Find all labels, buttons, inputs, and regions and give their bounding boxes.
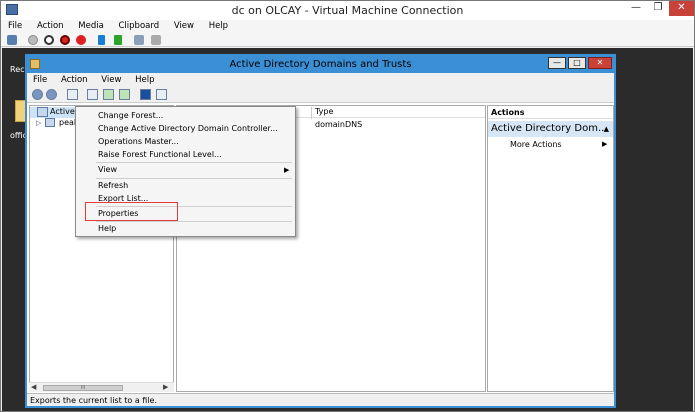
- vm-menu-action[interactable]: Action: [30, 20, 69, 31]
- menu-item-change-domain-controller[interactable]: Change Active Directory Domain Controlle…: [76, 123, 295, 136]
- scroll-left-icon[interactable]: ◀: [31, 383, 36, 391]
- actions-section-label: Active Directory Dom...: [491, 123, 608, 134]
- menu-item-raise-forest-level[interactable]: Raise Forest Functional Level...: [76, 149, 295, 162]
- close-button[interactable]: ✕: [669, 1, 694, 16]
- shutdown-icon[interactable]: [60, 35, 70, 45]
- collapse-caret-icon[interactable]: ▲: [604, 125, 609, 133]
- vm-menu-clipboard[interactable]: Clipboard: [112, 20, 165, 31]
- scroll-thumb[interactable]: III: [43, 385, 123, 391]
- mmc-title-bar: Active Directory Domains and Trusts — □ …: [27, 56, 614, 73]
- mmc-minimize-button[interactable]: —: [548, 57, 566, 69]
- pause-icon[interactable]: [98, 35, 105, 45]
- domain-icon: [45, 118, 55, 127]
- minimize-button[interactable]: —: [625, 1, 647, 16]
- start-icon[interactable]: [28, 35, 38, 45]
- menu-separator: [96, 178, 292, 179]
- mmc-menu-bar: File Action View Help: [27, 73, 614, 87]
- help-icon[interactable]: [140, 89, 151, 100]
- menu-item-refresh[interactable]: Refresh: [76, 180, 295, 193]
- menu-item-change-forest[interactable]: Change Forest...: [76, 110, 295, 123]
- forward-icon[interactable]: [46, 89, 57, 100]
- mmc-maximize-button[interactable]: □: [568, 57, 586, 69]
- mmc-menu-file[interactable]: File: [27, 73, 52, 85]
- list-cell-type[interactable]: domainDNS: [315, 120, 362, 129]
- mmc-menu-action[interactable]: Action: [55, 73, 93, 85]
- mmc-menu-help[interactable]: Help: [129, 73, 159, 85]
- show-hide-tree-icon[interactable]: [67, 89, 78, 100]
- properties-icon[interactable]: [87, 89, 98, 100]
- menu-separator: [96, 221, 292, 222]
- actions-title: Actions: [488, 106, 613, 119]
- mmc-menu-view[interactable]: View: [95, 73, 126, 85]
- reset-icon[interactable]: [114, 35, 122, 45]
- revert-icon[interactable]: [151, 35, 161, 45]
- vm-menu-media[interactable]: Media: [71, 20, 109, 31]
- column-header-type[interactable]: Type: [315, 107, 333, 116]
- actions-pane: Actions Active Directory Dom... ▲ More A…: [487, 105, 614, 392]
- menu-item-operations-master[interactable]: Operations Master...: [76, 136, 295, 149]
- mmc-close-button[interactable]: ✕: [588, 57, 612, 69]
- vm-menu-view[interactable]: View: [167, 20, 199, 31]
- more-actions-item[interactable]: More Actions: [510, 140, 562, 149]
- submenu-arrow-icon: ▶: [284, 166, 290, 174]
- properties-highlight-annotation: [85, 202, 178, 221]
- show-hide-action-pane-icon[interactable]: [156, 89, 167, 100]
- checkpoint-icon[interactable]: [134, 35, 144, 45]
- refresh-icon[interactable]: [103, 89, 114, 100]
- export-list-icon[interactable]: [119, 89, 130, 100]
- menu-item-help[interactable]: Help: [76, 223, 295, 236]
- actions-section-header[interactable]: Active Directory Dom... ▲: [488, 121, 613, 137]
- vm-menu-bar: File Action Media Clipboard View Help: [1, 20, 694, 33]
- ad-domains-trusts-icon: [37, 107, 48, 117]
- column-separator[interactable]: [311, 107, 312, 119]
- submenu-arrow-icon: ▶: [602, 140, 608, 148]
- mmc-window-title: Active Directory Domains and Trusts: [229, 59, 412, 70]
- ctrl-alt-del-icon[interactable]: [7, 35, 17, 45]
- vm-menu-file[interactable]: File: [1, 20, 27, 31]
- expand-arrow-icon[interactable]: ▷: [36, 119, 41, 127]
- vm-menu-help[interactable]: Help: [202, 20, 233, 31]
- vm-connection-window: dc on OLCAY - Virtual Machine Connection…: [0, 0, 695, 412]
- menu-separator: [96, 162, 292, 163]
- power-icon[interactable]: [76, 35, 86, 45]
- vm-window-title: dc on OLCAY - Virtual Machine Connection: [231, 4, 464, 17]
- scroll-right-icon[interactable]: ▶: [163, 383, 168, 391]
- turn-off-icon[interactable]: [44, 35, 54, 45]
- vm-title-bar: dc on OLCAY - Virtual Machine Connection…: [1, 1, 694, 20]
- vm-toolbar: [1, 33, 694, 47]
- tree-horizontal-scrollbar[interactable]: ◀ III ▶: [29, 382, 174, 392]
- status-bar: Exports the current list to a file.: [27, 393, 614, 406]
- mmc-toolbar: [27, 87, 614, 103]
- menu-item-view[interactable]: View: [76, 164, 295, 177]
- desktop-recycle-label: Rec: [10, 65, 25, 74]
- status-text: Exports the current list to a file.: [30, 396, 158, 405]
- restore-button[interactable]: ❐: [647, 1, 669, 16]
- back-icon[interactable]: [32, 89, 43, 100]
